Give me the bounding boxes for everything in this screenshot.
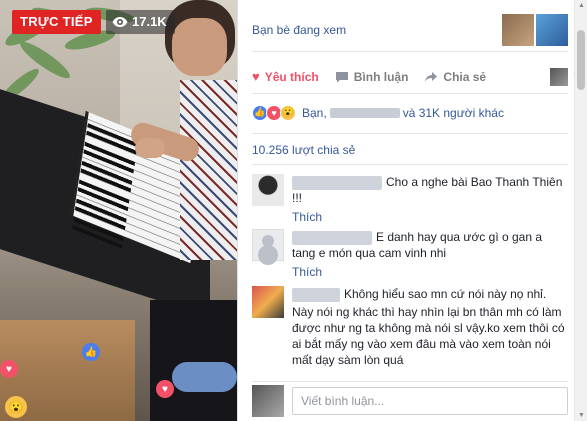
blurred-names xyxy=(329,107,400,118)
scroll-up-icon[interactable]: ▲ xyxy=(578,2,585,9)
share-label: Chia sẻ xyxy=(443,69,487,84)
divider xyxy=(252,164,568,165)
action-bar: ♥ Yêu thích Bình luận Chia sẻ xyxy=(252,60,578,94)
avatar xyxy=(252,384,284,417)
comment-item: Cho a nghe bài Bao Thanh Thiên !!! Thích xyxy=(252,168,568,225)
avatar[interactable] xyxy=(252,229,284,261)
commenter-name-blurred[interactable] xyxy=(292,287,340,302)
post-as-avatar-selector[interactable] xyxy=(550,67,578,86)
viewer-count-badge: 17.1K xyxy=(106,10,175,34)
comment-like-link[interactable]: Thích xyxy=(292,264,568,280)
reactions-text[interactable]: Bạn, và 31K người khác xyxy=(302,106,504,120)
floating-wow-icon: 😮 xyxy=(5,396,27,418)
eye-icon xyxy=(112,17,128,27)
avatar[interactable] xyxy=(252,174,284,206)
friends-watching-avatars xyxy=(502,13,568,46)
scroll-down-icon[interactable]: ▼ xyxy=(578,412,585,419)
floating-like-icon: 👍 xyxy=(82,343,100,361)
wow-reaction-icon: 😮 xyxy=(280,104,296,121)
friends-watching-label[interactable]: Bạn bè đang xem xyxy=(252,23,346,37)
comment-input[interactable] xyxy=(292,386,568,415)
live-video[interactable]: TRỰC TIẾP 17.1K ♥ 👍 ♥ 😮 xyxy=(0,0,237,421)
comment-item: E danh hay qua ước gì o gan a tang e món… xyxy=(252,225,568,280)
player-shirt xyxy=(180,80,237,260)
comment-item: Không hiểu sao mn cứ nói này nọ nhỉ. Này… xyxy=(252,280,568,368)
comment-like-link[interactable]: Thích xyxy=(292,209,568,225)
commenter-name-blurred[interactable] xyxy=(292,175,382,190)
share-icon xyxy=(425,71,438,82)
comment-label: Bình luận xyxy=(353,69,409,84)
viewer-count: 17.1K xyxy=(132,14,167,29)
commenter-name-blurred[interactable] xyxy=(292,230,372,245)
player-hand xyxy=(135,138,165,158)
reactions-prefix: Bạn, xyxy=(302,105,327,120)
stool xyxy=(172,362,237,392)
player-face xyxy=(172,18,227,76)
floating-heart-icon: ♥ xyxy=(0,360,18,378)
comment-text-continued: Này nói ng khác thì hay nhìn lại bn thân… xyxy=(292,305,565,367)
share-count[interactable]: 10.256 lượt chia sẻ xyxy=(252,143,355,157)
player-pants xyxy=(150,300,237,421)
avatar[interactable] xyxy=(502,13,534,46)
reactions-summary[interactable]: 👍 ♥ 😮 Bạn, và 31K người khác xyxy=(252,100,568,134)
avatar[interactable] xyxy=(252,286,284,318)
share-button[interactable]: Chia sẻ xyxy=(424,70,486,84)
avatar[interactable] xyxy=(536,13,568,46)
heart-icon: ♥ xyxy=(252,69,260,84)
friends-watching-row[interactable]: Bạn bè đang xem xyxy=(252,8,568,52)
reactions-suffix: và 31K người khác xyxy=(402,105,504,120)
comment-button[interactable]: Bình luận xyxy=(335,69,409,84)
scrollbar[interactable]: ▲ ▼ xyxy=(574,0,587,421)
like-label: Yêu thích xyxy=(264,69,319,84)
floating-heart-icon: ♥ xyxy=(156,380,174,398)
live-side-panel: Bạn bè đang xem ♥ Yêu thích Bình luận Ch… xyxy=(237,0,587,421)
comment-list: Cho a nghe bài Bao Thanh Thiên !!! Thích… xyxy=(252,168,568,381)
comment-text: Không hiểu sao mn cứ nói này nọ nhỉ. xyxy=(344,287,547,301)
like-button[interactable]: ♥ Yêu thích xyxy=(252,69,319,84)
comment-icon xyxy=(335,71,348,82)
comment-composer xyxy=(252,381,568,419)
live-badge: TRỰC TIẾP xyxy=(12,10,101,34)
scroll-thumb[interactable] xyxy=(577,30,585,90)
